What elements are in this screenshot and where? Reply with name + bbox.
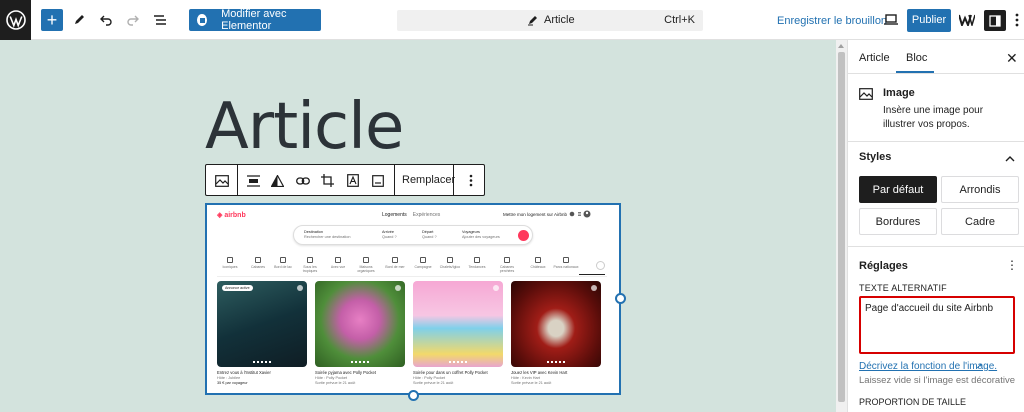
- block-card: Image Insère une image pour illustrer vo…: [848, 74, 1024, 142]
- favorite-icon: [395, 285, 401, 291]
- elementor-button-label: Modifier avec Elementor: [221, 8, 287, 32]
- command-palette-bar[interactable]: Article Ctrl+K: [397, 10, 703, 31]
- link-icon[interactable]: [295, 173, 310, 188]
- aspect-ratio-label: PROPORTION DE TAILLE: [859, 397, 967, 407]
- style-borders-button[interactable]: Bordures: [859, 208, 937, 235]
- sidebar-tabs: Article Bloc ✕: [848, 40, 1024, 74]
- plugin-w-icon[interactable]: [956, 9, 978, 31]
- favorite-icon: [493, 285, 499, 291]
- document-overview-icon[interactable]: [149, 9, 171, 31]
- image-block[interactable]: ◈ airbnb Logements Expériences Mettre mon…: [205, 203, 621, 395]
- block-description: Insère une image pour illustrer vos prop…: [883, 105, 984, 130]
- publish-button[interactable]: Publier: [907, 9, 951, 32]
- airbnb-search-button: [518, 230, 529, 241]
- align-icon[interactable]: [246, 173, 261, 188]
- style-rounded-button[interactable]: Arrondis: [941, 176, 1019, 203]
- listing-badge: Annonce active: [222, 285, 253, 291]
- settings-sidebar-toggle-icon[interactable]: [984, 10, 1006, 31]
- text-overlay-icon[interactable]: [345, 173, 360, 188]
- airbnb-host-link: Mettre mon logement sur Airbnb: [503, 212, 568, 217]
- crop-icon[interactable]: [320, 173, 335, 188]
- add-block-button[interactable]: +: [41, 9, 63, 31]
- alt-text-help: Laissez vide si l'image est décorative: [859, 375, 1015, 386]
- resize-handle-bottom[interactable]: [408, 390, 419, 401]
- wordpress-logo-icon[interactable]: [0, 0, 31, 40]
- settings-sidebar: Article Bloc ✕ Image Insère une image po…: [847, 40, 1024, 412]
- command-shortcut: Ctrl+K: [664, 14, 695, 26]
- airbnb-listing-card: Jouez les VIP avec Kevin Hart Hôte : Kev…: [511, 281, 601, 385]
- block-options-icon[interactable]: [463, 173, 478, 188]
- external-link-icon: ↗: [975, 361, 983, 371]
- tab-article[interactable]: Article: [859, 52, 890, 64]
- resize-handle-right[interactable]: [615, 293, 626, 304]
- block-name: Image: [883, 87, 915, 99]
- alt-text-label: TEXTE ALTERNATIF: [859, 283, 947, 293]
- scrollbar-thumb[interactable]: [838, 52, 845, 402]
- airbnb-logo: ◈ airbnb: [217, 212, 246, 219]
- duotone-filter-icon[interactable]: [270, 173, 285, 188]
- airbnb-categories: Iconiques Cabanes Bord de lac Sous les t…: [217, 257, 607, 277]
- alt-text-field[interactable]: Page d'accueil du site Airbnb: [859, 296, 1015, 354]
- edit-with-elementor-button[interactable]: Modifier avec Elementor: [189, 8, 321, 32]
- chevron-up-icon[interactable]: [1005, 150, 1015, 168]
- tab-bloc[interactable]: Bloc: [906, 52, 927, 64]
- elementor-icon: [197, 14, 208, 26]
- document-title: Article: [544, 14, 575, 26]
- favorite-icon: [591, 285, 597, 291]
- style-default-button[interactable]: Par défaut: [859, 176, 937, 203]
- settings-more-icon[interactable]: ⋮: [1006, 258, 1018, 272]
- airbnb-listing-card: Annonce active Entrez vous à l'Institut …: [217, 281, 307, 385]
- post-title[interactable]: Article: [205, 90, 404, 164]
- airbnb-search-bar: Destination Rechercher une destination Ar…: [293, 225, 533, 245]
- editor-topbar: + Modifier avec Elementor Article Ctrl+K…: [0, 0, 1024, 40]
- image-block-icon: [859, 87, 873, 105]
- settings-heading: Réglages: [859, 260, 908, 272]
- replace-button[interactable]: Remplacer: [402, 174, 455, 186]
- airbnb-listing-card: Soirée pyjama avec Polly Pocket Hôte : P…: [315, 281, 405, 385]
- image-block-icon[interactable]: [214, 173, 229, 188]
- listing-photo: [413, 281, 503, 367]
- airbnb-listing-card: Soirée pour dans un coffret Polly Pocket…: [413, 281, 503, 385]
- caption-icon[interactable]: [370, 173, 385, 188]
- options-menu-icon[interactable]: [1012, 9, 1022, 31]
- save-draft-button[interactable]: Enregistrer le brouillon: [777, 15, 887, 27]
- tools-pen-icon[interactable]: [68, 9, 90, 31]
- block-toolbar: Remplacer: [205, 164, 485, 196]
- style-frame-button[interactable]: Cadre: [941, 208, 1019, 235]
- preview-device-icon[interactable]: [880, 9, 902, 31]
- airbnb-nav-tabs: Logements Expériences: [382, 212, 441, 218]
- canvas-scrollbar[interactable]: [836, 40, 847, 412]
- undo-icon[interactable]: [95, 9, 117, 31]
- listing-photo: [511, 281, 601, 367]
- listing-photo: [315, 281, 405, 367]
- redo-icon[interactable]: [122, 9, 144, 31]
- airbnb-category-next-icon: [596, 261, 605, 270]
- favorite-icon: [297, 285, 303, 291]
- listing-photo: Annonce active: [217, 281, 307, 367]
- document-icon: [528, 15, 537, 25]
- airbnb-user-menu: [569, 210, 591, 218]
- close-icon[interactable]: ✕: [1006, 50, 1018, 67]
- styles-heading[interactable]: Styles: [859, 151, 891, 163]
- scroll-up-icon[interactable]: [838, 44, 844, 48]
- editor-canvas: Article Remplacer ◈ airbnb Logements Exp…: [0, 40, 836, 412]
